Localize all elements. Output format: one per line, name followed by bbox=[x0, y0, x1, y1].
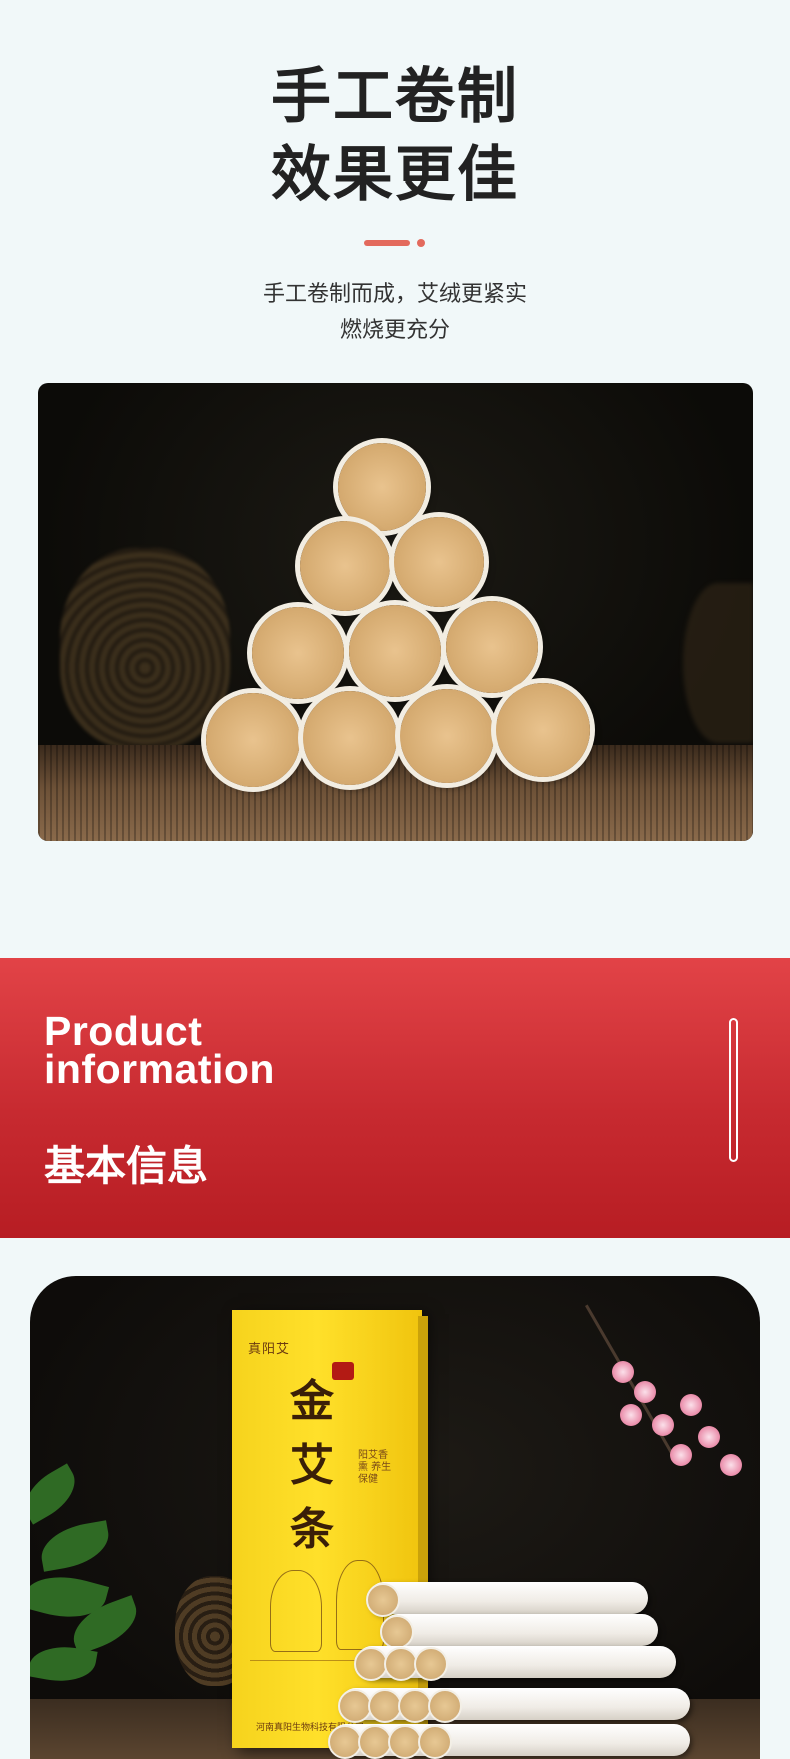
moxa-stick-end bbox=[349, 605, 441, 697]
illustration-figure bbox=[270, 1570, 322, 1652]
product-box-side bbox=[418, 1316, 428, 1746]
hero-title: 手工卷制 效果更佳 bbox=[0, 58, 790, 214]
blossom-flower bbox=[720, 1454, 742, 1476]
banner-title-cn: 基本信息 bbox=[44, 1142, 208, 1190]
moxa-stick-end bbox=[206, 693, 300, 787]
product-detail-page: 手工卷制 效果更佳 手工卷制而成，艾绒更紧实 燃烧更充分 Product inf… bbox=[0, 0, 790, 1759]
moxa-stick-end bbox=[366, 1583, 400, 1617]
plant-leaf bbox=[30, 1463, 85, 1525]
banner-title-en: Product information bbox=[44, 1008, 275, 1092]
moxa-stick-end bbox=[428, 1689, 462, 1723]
moxa-stick-end bbox=[358, 1725, 392, 1759]
hero-desc-line2: 燃烧更充分 bbox=[339, 318, 450, 343]
hero-desc-line1: 手工卷制而成，艾绒更紧实 bbox=[262, 282, 527, 307]
hero-description: 手工卷制而成，艾绒更紧实 燃烧更充分 bbox=[0, 277, 790, 349]
moxa-stick-end bbox=[400, 689, 494, 783]
pinecone-decoration bbox=[60, 548, 230, 748]
box-name-char: 金 bbox=[290, 1376, 334, 1427]
moxa-stick-end bbox=[300, 521, 390, 611]
accent-dot bbox=[417, 239, 425, 247]
blossom-flower bbox=[612, 1361, 634, 1383]
moxa-stick-end bbox=[252, 607, 344, 699]
blossom-flower bbox=[670, 1444, 692, 1466]
background-object bbox=[683, 583, 753, 743]
box-name-char: 艾 bbox=[290, 1440, 334, 1491]
moxa-stick-end bbox=[496, 683, 590, 777]
blossom-flower bbox=[634, 1381, 656, 1403]
moxa-stick-end bbox=[414, 1647, 448, 1681]
moxa-stick-end bbox=[354, 1647, 388, 1681]
blossom-flower bbox=[680, 1394, 702, 1416]
blossom-flower bbox=[652, 1414, 674, 1436]
moxa-stick-end bbox=[328, 1725, 362, 1759]
moxa-stick-end bbox=[338, 443, 426, 531]
moxa-stick-end bbox=[418, 1725, 452, 1759]
moxa-stick-end bbox=[446, 601, 538, 693]
hero-title-line1: 手工卷制 bbox=[271, 62, 519, 132]
moxa-stick-end bbox=[394, 517, 484, 607]
plant-leaf bbox=[37, 1520, 113, 1572]
accent-divider bbox=[364, 240, 410, 246]
moxa-stick-end bbox=[368, 1689, 402, 1723]
hero-title-line2: 效果更佳 bbox=[271, 140, 519, 210]
moxa-stick-end bbox=[398, 1689, 432, 1723]
blossom-flower bbox=[620, 1404, 642, 1426]
moxa-stick-end bbox=[380, 1615, 414, 1649]
box-side-text: 阳艾香熏 养生保健 bbox=[358, 1450, 392, 1485]
banner-title-en-line1: Product bbox=[44, 1008, 203, 1054]
moxa-stick-end bbox=[303, 691, 397, 785]
moxa-stick-end bbox=[338, 1689, 372, 1723]
moxa-stick-end bbox=[388, 1725, 422, 1759]
blossom-flower bbox=[698, 1426, 720, 1448]
moxa-stick-pyramid-photo bbox=[38, 383, 753, 841]
box-product-name: 金 艾 条 bbox=[284, 1370, 340, 1562]
product-info-banner bbox=[0, 958, 790, 1238]
moxa-stick-end bbox=[384, 1647, 418, 1681]
banner-vertical-bar bbox=[729, 1018, 738, 1162]
moxa-stick bbox=[368, 1582, 648, 1614]
banner-title-en-line2: information bbox=[44, 1046, 275, 1092]
moxa-stick bbox=[382, 1614, 658, 1646]
woven-mat bbox=[38, 745, 753, 841]
box-brand: 真阳艾 bbox=[248, 1342, 291, 1357]
